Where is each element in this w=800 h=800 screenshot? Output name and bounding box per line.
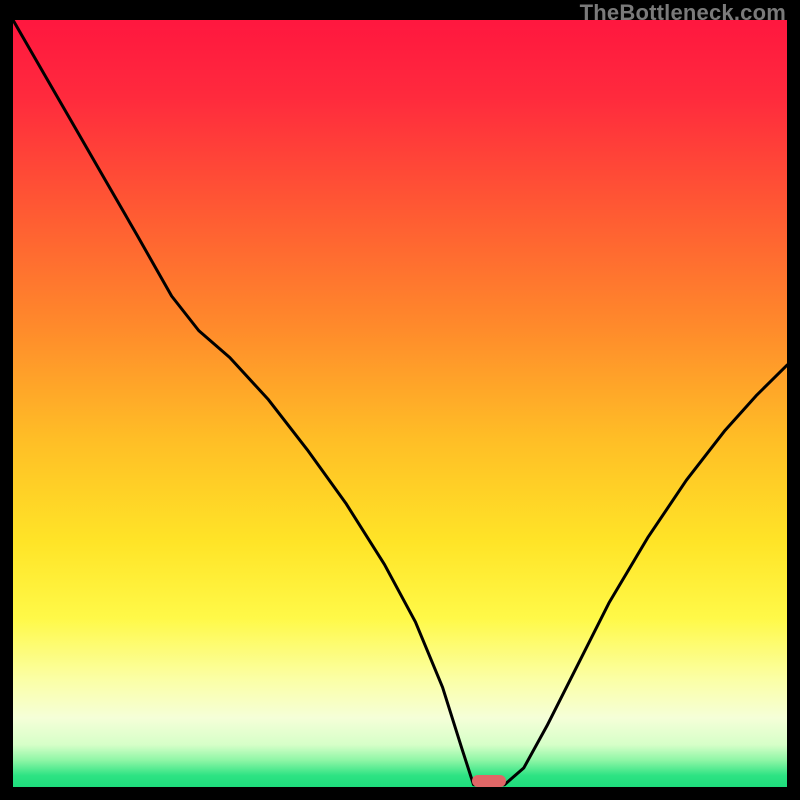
bottleneck-curve	[13, 20, 787, 787]
optimal-point-marker	[472, 775, 506, 787]
plot-area	[13, 20, 787, 787]
watermark-text: TheBottleneck.com	[580, 0, 786, 26]
chart-frame: TheBottleneck.com	[0, 0, 800, 800]
